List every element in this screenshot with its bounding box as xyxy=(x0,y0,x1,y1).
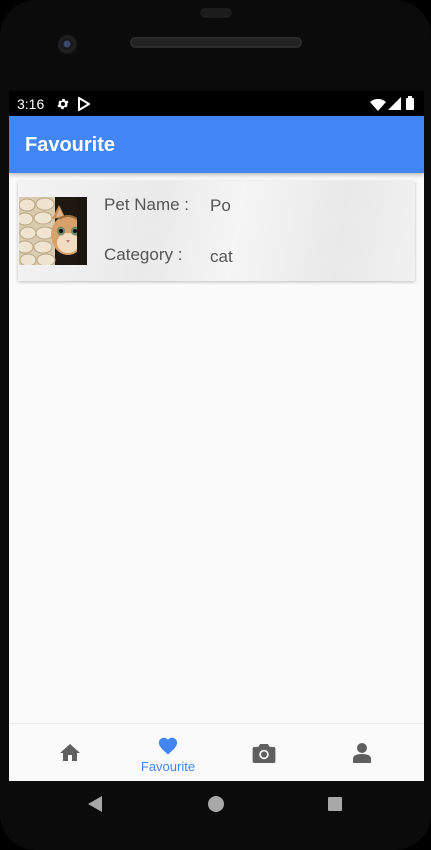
settings-gear-icon xyxy=(56,97,70,116)
nav-favourite-tab[interactable]: Favourite xyxy=(118,724,218,781)
system-navigation-bar xyxy=(0,781,431,831)
wifi-icon xyxy=(370,98,386,116)
front-camera xyxy=(58,35,78,55)
back-triangle-icon[interactable] xyxy=(86,796,102,817)
category-label: Category : xyxy=(104,245,183,264)
home-circle-icon[interactable] xyxy=(208,796,224,812)
pet-name-label: Pet Name : xyxy=(104,195,190,214)
nav-profile-tab[interactable] xyxy=(312,724,412,781)
app-bar: Favourite xyxy=(9,116,424,173)
heart-icon xyxy=(157,735,179,760)
recent-apps-square-icon[interactable] xyxy=(328,797,342,811)
status-bar: 3:16 xyxy=(9,91,424,116)
pet-photo xyxy=(19,197,87,265)
camera-icon xyxy=(252,744,276,768)
pet-card[interactable]: Pet Name : Po Category : cat xyxy=(18,181,415,281)
earpiece-speaker xyxy=(130,37,302,48)
home-icon xyxy=(60,744,80,766)
cell-signal-icon xyxy=(388,97,401,115)
phone-frame: 3:16 Favourite Pet Name: Po Category: … xyxy=(0,0,431,850)
pet-name-value: Po xyxy=(210,196,231,215)
nav-camera-tab[interactable] xyxy=(214,724,314,781)
status-time: 3:16 xyxy=(17,96,45,112)
top-notch xyxy=(200,8,232,18)
bottom-navigation: Favourite xyxy=(9,723,424,781)
page-title: Favourite xyxy=(25,134,116,156)
category-value: cat xyxy=(210,247,233,266)
person-icon xyxy=(353,743,371,768)
nav-home-tab[interactable] xyxy=(20,724,120,781)
play-store-icon xyxy=(78,96,91,116)
screen: 3:16 Favourite Pet Name: Po Category: … xyxy=(9,91,424,781)
battery-icon xyxy=(406,96,414,115)
nav-favourite-label: Favourite xyxy=(140,759,196,774)
